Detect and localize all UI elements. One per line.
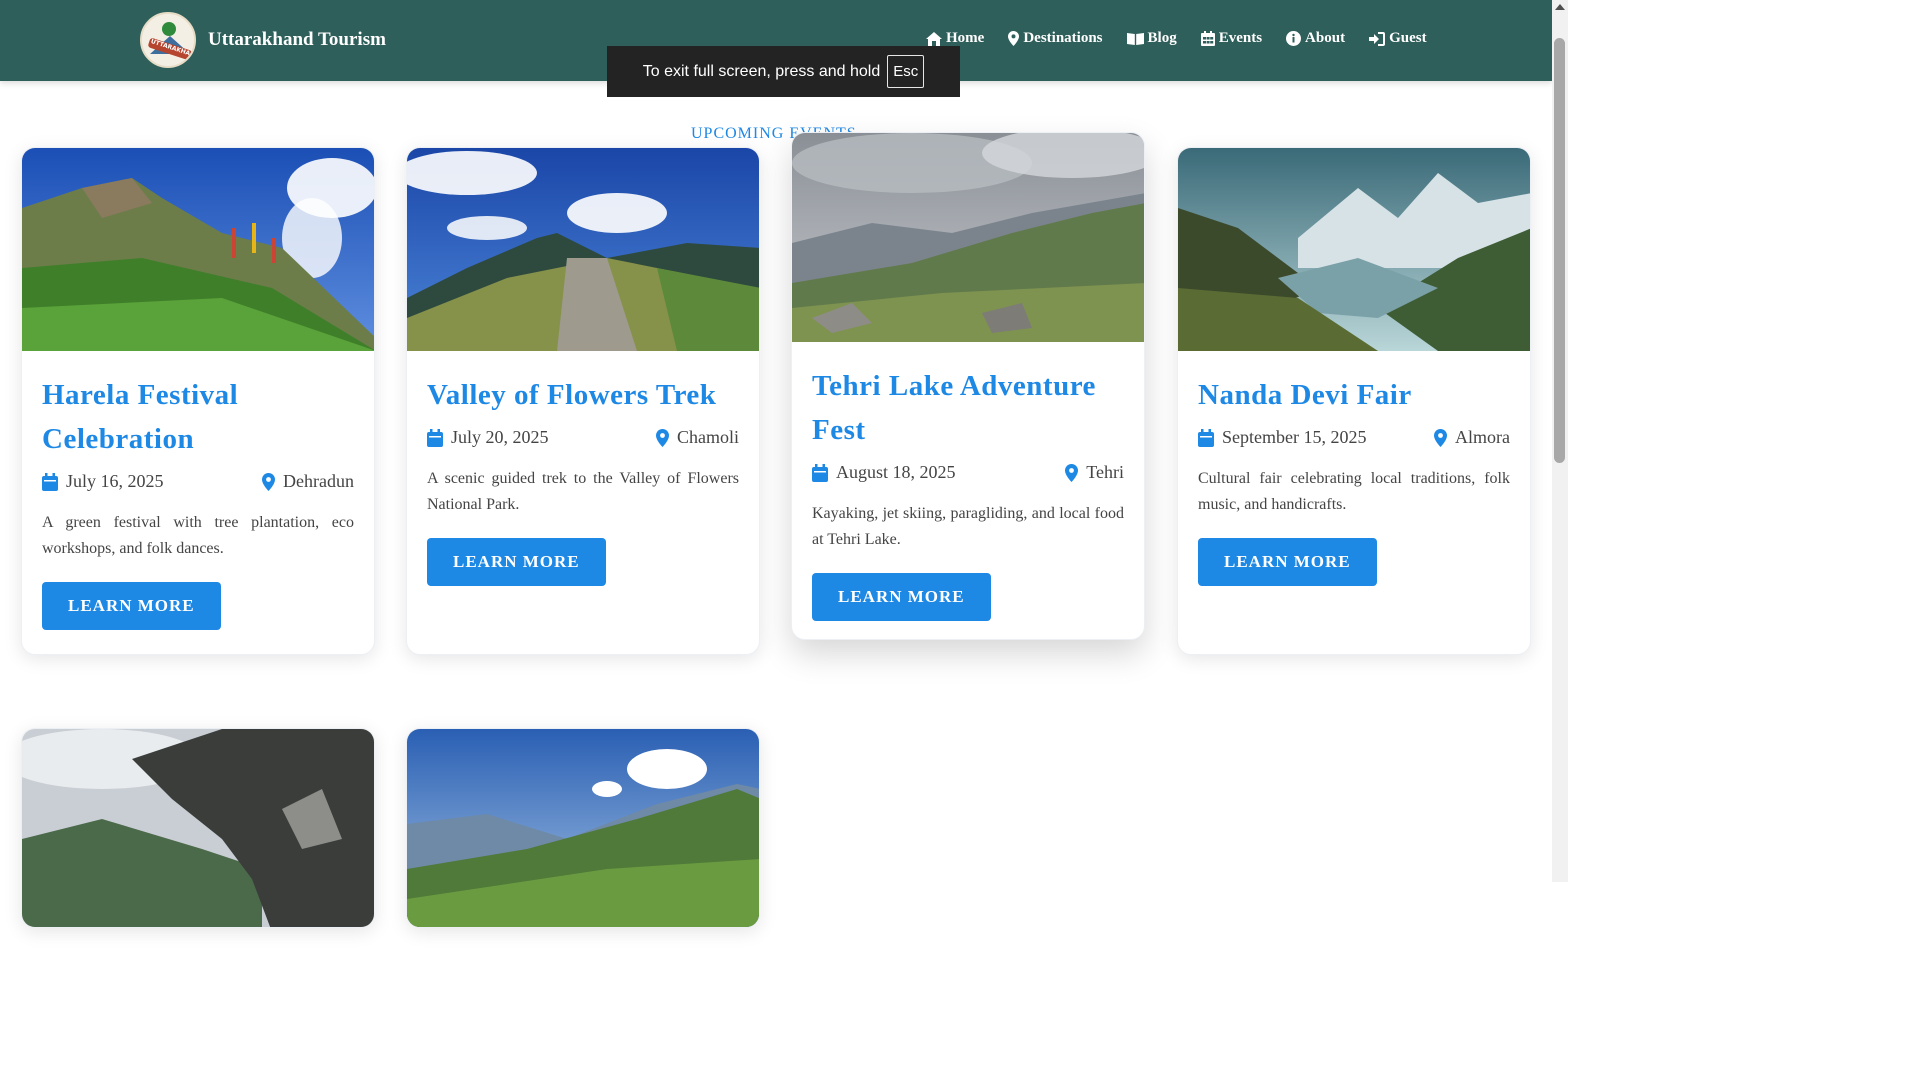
event-location: Tehri: [1086, 462, 1124, 482]
event-image: [407, 148, 759, 351]
home-icon: [926, 31, 942, 46]
nav-guest[interactable]: Guest: [1369, 30, 1427, 47]
learn-more-button[interactable]: LEARN MORE: [1198, 538, 1377, 586]
nav-home[interactable]: Home: [926, 30, 984, 47]
main-nav: Home Destinations Blog Events About Gues…: [926, 30, 1427, 47]
event-title: Valley of Flowers Trek: [427, 379, 717, 411]
map-pin-icon: [1008, 31, 1020, 46]
nav-destinations[interactable]: Destinations: [1008, 30, 1103, 47]
calendar-icon: [812, 463, 828, 482]
learn-more-button[interactable]: LEARN MORE: [427, 538, 606, 586]
learn-more-button[interactable]: LEARN MORE: [812, 573, 991, 621]
event-image: [792, 133, 1144, 342]
event-date: August 18, 2025: [836, 462, 956, 482]
event-description: Cultural fair celebrating local traditio…: [1198, 470, 1510, 513]
event-image: [1178, 148, 1530, 351]
event-date: July 16, 2025: [66, 471, 164, 491]
event-meta: August 18, 2025 Tehri: [812, 462, 1124, 483]
nav-blog-label: Blog: [1147, 30, 1177, 46]
event-meta: July 20, 2025 Chamoli: [427, 427, 739, 448]
event-location: Chamoli: [677, 427, 739, 447]
learn-more-button[interactable]: LEARN MORE: [42, 582, 221, 630]
calendar-icon: [42, 472, 58, 491]
nav-about[interactable]: About: [1286, 30, 1345, 47]
nav-blog[interactable]: Blog: [1126, 30, 1177, 47]
nav-home-label: Home: [946, 30, 985, 46]
event-date: July 20, 2025: [451, 427, 549, 447]
event-description: Kayaking, jet skiing, paragliding, and l…: [812, 505, 1124, 548]
event-meta: September 15, 2025 Almora: [1198, 427, 1510, 448]
event-image: [22, 148, 374, 351]
fullscreen-notice-text: To exit full screen, press and hold: [642, 62, 881, 80]
location-pin-icon: [1434, 428, 1448, 447]
event-card: Tehri Lake Adventure Fest August 18, 202…: [791, 132, 1145, 640]
nav-destinations-label: Destinations: [1023, 30, 1103, 46]
event-meta: July 16, 2025 Dehradun: [42, 471, 354, 492]
event-card: [406, 728, 760, 928]
location-pin-icon: [262, 472, 276, 491]
event-card: Nanda Devi Fair September 15, 2025 Almor…: [1177, 147, 1531, 655]
calendar-icon: [1198, 428, 1214, 447]
nav-guest-label: Guest: [1389, 30, 1427, 46]
nav-about-label: About: [1305, 30, 1346, 46]
event-title: Nanda Devi Fair: [1198, 379, 1412, 411]
event-location: Almora: [1455, 427, 1510, 447]
event-card: Valley of Flowers Trek July 20, 2025 Cha…: [406, 147, 760, 655]
event-card: [21, 728, 375, 928]
esc-key: Esc: [887, 55, 925, 88]
brand[interactable]: UTTARAKHAND Uttarakhand Tourism: [140, 12, 386, 68]
scrollbar-thumb[interactable]: [1554, 38, 1565, 463]
nav-events[interactable]: Events: [1200, 30, 1263, 47]
brand-name: Uttarakhand Tourism: [208, 29, 386, 50]
calendar-icon: [427, 428, 443, 447]
event-description: A scenic guided trek to the Valley of Fl…: [427, 470, 739, 513]
book-icon: [1126, 33, 1144, 45]
location-pin-icon: [1065, 463, 1079, 482]
event-card: Harela Festival Celebration July 16, 202…: [21, 147, 375, 655]
event-title: Tehri Lake Adventure Fest: [812, 370, 1096, 446]
info-icon: [1286, 31, 1302, 46]
event-date: September 15, 2025: [1222, 427, 1367, 447]
event-image: [22, 729, 374, 927]
calendar-icon: [1200, 31, 1215, 46]
location-pin-icon: [656, 428, 669, 447]
event-location: Dehradun: [283, 471, 354, 491]
scroll-up-arrow-icon[interactable]: [1555, 4, 1565, 10]
fullscreen-notice: To exit full screen, press and hold Esc: [607, 46, 960, 97]
event-description: A green festival with tree plantation, e…: [42, 514, 354, 557]
event-title: Harela Festival Celebration: [42, 379, 239, 455]
event-image: [407, 729, 759, 927]
logo: UTTARAKHAND: [140, 12, 196, 68]
nav-events-label: Events: [1218, 30, 1263, 46]
sign-in-icon: [1369, 31, 1386, 46]
